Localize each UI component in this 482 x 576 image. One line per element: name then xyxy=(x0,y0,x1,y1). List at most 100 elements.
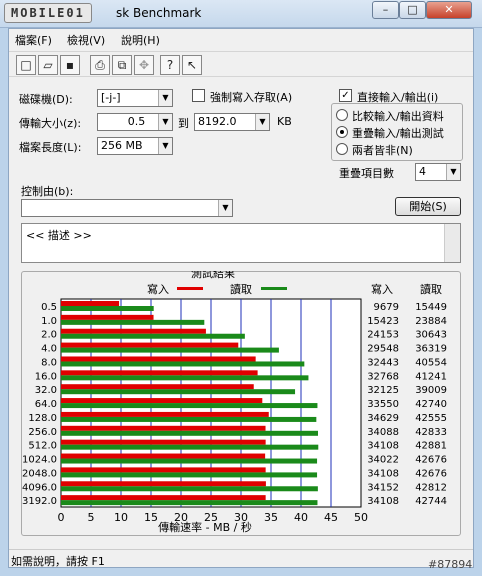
print-preview-icon[interactable]: ⧉ xyxy=(112,55,132,75)
write-bar xyxy=(61,384,254,390)
radio-neither[interactable] xyxy=(336,143,348,155)
help-icon[interactable]: ? xyxy=(160,55,180,75)
column-write-header: 寫入 xyxy=(371,282,393,296)
move-icon[interactable]: ✥ xyxy=(134,55,154,75)
new-icon[interactable]: □ xyxy=(16,55,36,75)
results-chart: 測試結果 寫入 讀取 寫入 讀取 0 5 10 15 20 25 30 35 40 45 500.5… xyxy=(22,271,447,534)
legend-write-swatch xyxy=(177,287,203,290)
title-bar: MOBILE01 sk Benchmark – □ ✕ xyxy=(0,0,482,28)
y-tick-label: 2048.0 xyxy=(22,468,57,479)
write-bar xyxy=(61,453,266,459)
write-bar xyxy=(61,356,256,362)
chevron-down-icon: ▼ xyxy=(255,114,269,130)
legend-read-label: 讀取 xyxy=(230,282,252,296)
y-tick-label: 1024.0 xyxy=(22,455,57,466)
write-value-label: 9679 xyxy=(374,302,399,313)
close-button[interactable]: ✕ xyxy=(426,1,472,19)
read-value-label: 42555 xyxy=(415,413,447,424)
file-length-value: 256 MB xyxy=(101,139,143,152)
write-bar xyxy=(61,370,258,376)
description-scrollbar[interactable] xyxy=(444,224,460,262)
read-value-label: 41241 xyxy=(415,371,447,382)
transfer-from-select[interactable]: 0.5 ▼ xyxy=(97,113,173,131)
drive-value: [-j-] xyxy=(101,91,121,104)
read-bar xyxy=(61,306,154,311)
menu-bar: 檔案(F) 檢視(V) 說明(H) xyxy=(9,29,473,49)
toolbar: □ ▱ ▪ ⎙ ⧉ ✥ ? ↖ xyxy=(9,51,473,77)
file-length-select[interactable]: 256 MB ▼ xyxy=(97,137,173,155)
read-bar xyxy=(61,486,318,492)
read-value-label: 36319 xyxy=(415,344,447,355)
write-value-label: 34152 xyxy=(367,482,399,493)
force-write-checkbox[interactable] xyxy=(192,89,205,102)
write-bar xyxy=(61,301,120,306)
read-value-label: 30643 xyxy=(415,330,447,341)
transfer-from-value: 0.5 xyxy=(127,115,146,128)
y-tick-label: 64.0 xyxy=(35,399,57,410)
y-tick-label: 4096.0 xyxy=(22,482,57,493)
status-bar: 如需說明，請按 F1 xyxy=(9,549,473,568)
y-tick-label: 2.0 xyxy=(41,330,57,341)
description-text: << 描述 >> xyxy=(26,229,92,242)
write-value-label: 34108 xyxy=(367,496,399,507)
y-tick-label: 512.0 xyxy=(28,441,57,452)
queue-depth-select[interactable]: 4 ▼ xyxy=(415,163,461,181)
write-value-label: 34108 xyxy=(367,441,399,452)
write-bar xyxy=(61,439,266,445)
menu-view[interactable]: 檢視(V) xyxy=(67,32,105,48)
transfer-size-label: 傳輸大小(z): xyxy=(19,117,82,130)
watermark: #87894 xyxy=(428,558,473,571)
save-icon[interactable]: ▪ xyxy=(60,55,80,75)
print-icon[interactable]: ⎙ xyxy=(90,55,110,75)
read-bar xyxy=(61,458,318,464)
x-tick-label: 50 xyxy=(354,511,368,524)
read-value-label: 40554 xyxy=(415,357,447,368)
open-icon[interactable]: ▱ xyxy=(38,55,58,75)
read-bar xyxy=(61,333,245,339)
radio-overlapped[interactable] xyxy=(336,126,348,138)
transfer-to-select[interactable]: 8192.0 ▼ xyxy=(194,113,270,131)
client-area: 檔案(F) 檢視(V) 說明(H) □ ▱ ▪ ⎙ ⧉ ✥ ? ↖ 磁碟機(D)… xyxy=(8,28,474,568)
direct-io-checkbox[interactable]: ✓ xyxy=(339,89,352,102)
radio-neither-label: 兩者皆非(N) xyxy=(352,144,413,157)
write-value-label: 32443 xyxy=(367,357,399,368)
drive-select[interactable]: [-j-] ▼ xyxy=(97,89,173,107)
write-bar xyxy=(61,467,266,473)
x-tick-label: 10 xyxy=(114,511,128,524)
status-text: 如需說明，請按 F1 xyxy=(11,555,105,568)
menu-help[interactable]: 說明(H) xyxy=(121,32,160,48)
minimize-button[interactable]: – xyxy=(372,1,399,19)
to-label: 到 xyxy=(178,117,189,130)
y-tick-label: 32.0 xyxy=(35,385,57,396)
legend-read-swatch xyxy=(261,287,287,290)
radio-compare[interactable] xyxy=(336,109,348,121)
menu-file[interactable]: 檔案(F) xyxy=(15,32,52,48)
mobile01-logo: MOBILE01 xyxy=(4,3,92,23)
write-bar xyxy=(61,481,266,487)
write-value-label: 33550 xyxy=(367,399,399,410)
drive-label: 磁碟機(D): xyxy=(19,93,73,106)
write-bar xyxy=(61,495,266,501)
read-value-label: 15449 xyxy=(415,302,447,313)
start-button[interactable]: 開始(S) xyxy=(395,197,461,216)
window-title: sk Benchmark xyxy=(116,6,202,20)
read-bar xyxy=(61,472,318,478)
chevron-down-icon: ▼ xyxy=(158,138,172,154)
control-select[interactable]: ▼ xyxy=(21,199,233,217)
radio-compare-label: 比較輸入/輸出資料 xyxy=(352,110,444,123)
write-bar xyxy=(61,328,206,334)
read-value-label: 42676 xyxy=(415,455,447,466)
maximize-button[interactable]: □ xyxy=(399,1,426,19)
queue-depth-label: 重疊項目數 xyxy=(339,167,394,180)
write-bar xyxy=(61,425,266,431)
read-bar xyxy=(61,416,317,422)
context-help-icon[interactable]: ↖ xyxy=(182,55,202,75)
x-tick-label: 15 xyxy=(144,511,158,524)
description-box[interactable]: << 描述 >> xyxy=(21,223,461,263)
read-value-label: 42740 xyxy=(415,399,447,410)
write-bar xyxy=(61,398,263,404)
x-tick-label: 0 xyxy=(58,511,65,524)
x-tick-label: 5 xyxy=(88,511,95,524)
chevron-down-icon: ▼ xyxy=(158,114,172,130)
read-value-label: 23884 xyxy=(415,316,447,327)
